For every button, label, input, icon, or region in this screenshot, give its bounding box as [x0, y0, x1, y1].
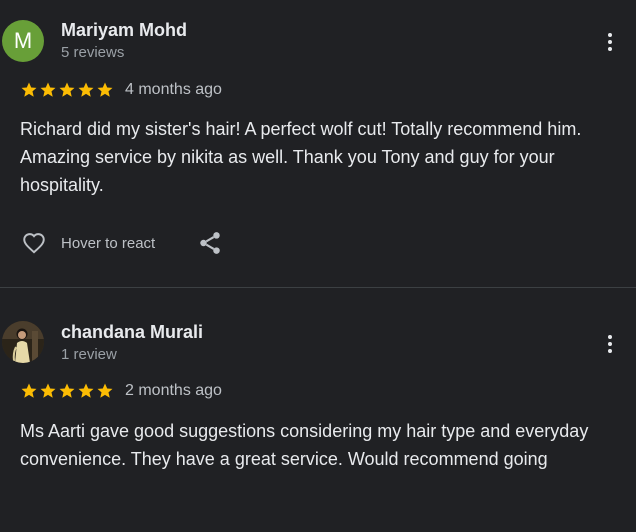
share-icon[interactable]: [197, 230, 223, 256]
star-icon: [97, 383, 113, 398]
star-icon: [59, 383, 75, 398]
review-text: Richard did my sister's hair! A perfect …: [20, 119, 582, 195]
review-text: Ms Aarti gave good suggestions consideri…: [20, 421, 589, 469]
rating-row: 4 months ago: [20, 79, 222, 101]
star-icon: [97, 82, 113, 97]
react-label: Hover to react: [61, 234, 156, 252]
review-time: 4 months ago: [125, 81, 222, 98]
review-card: M Mariyam Mohd 5 reviews 4 months ago Ri…: [0, 0, 636, 288]
more-vert-icon[interactable]: [598, 26, 622, 58]
avatar-letter: M: [13, 28, 33, 53]
more-vert-icon[interactable]: [598, 328, 622, 360]
star-rating: [20, 81, 114, 99]
review-time: 2 months ago: [125, 382, 222, 399]
review-count: 1 review: [61, 346, 117, 363]
avatar[interactable]: M: [2, 20, 44, 62]
star-icon: [21, 82, 37, 97]
reviewer-name[interactable]: chandana Murali: [61, 322, 203, 343]
heart-outline-icon: [23, 233, 45, 254]
react-button[interactable]: Hover to react: [20, 230, 155, 256]
review-count: 5 reviews: [61, 44, 125, 61]
star-icon: [78, 82, 94, 97]
star-icon: [21, 383, 37, 398]
star-icon: [78, 383, 94, 398]
rating-row: 2 months ago: [20, 380, 222, 402]
review-card: chandana Murali 1 review 2 months ago Ms…: [0, 288, 636, 532]
star-icon: [59, 82, 75, 97]
star-icon: [40, 383, 56, 398]
reviewer-name[interactable]: Mariyam Mohd: [61, 20, 187, 41]
avatar-photo: [2, 321, 44, 363]
avatar[interactable]: [2, 321, 44, 363]
star-icon: [40, 82, 56, 97]
star-rating: [20, 382, 114, 400]
review-actions: Hover to react: [20, 228, 223, 258]
